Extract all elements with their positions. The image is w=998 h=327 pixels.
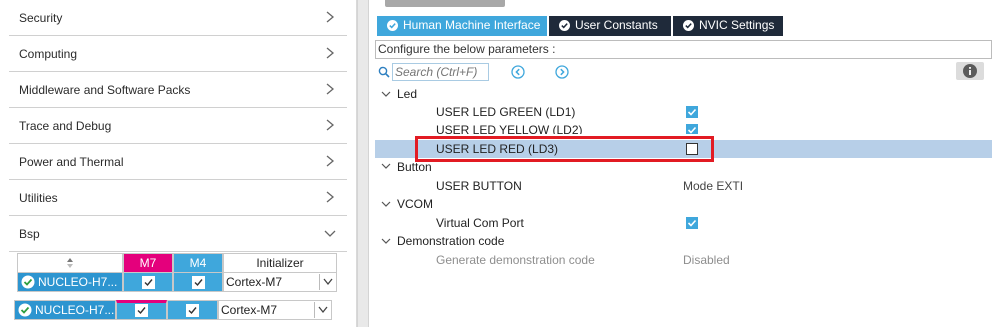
param-row-led-green[interactable]: USER LED GREEN (LD1) xyxy=(375,103,992,122)
pack-name: NUCLEO-H7... xyxy=(35,303,115,317)
initializer-value: Cortex-M7 xyxy=(221,303,278,317)
check-circle-icon xyxy=(559,20,570,31)
chevron-right-icon xyxy=(323,189,337,205)
category-label: Security xyxy=(19,11,63,25)
chevron-down-icon[interactable] xyxy=(381,161,391,171)
search-input[interactable] xyxy=(392,63,489,81)
initializer-value: Cortex-M7 xyxy=(226,275,283,289)
initializer-select[interactable]: Cortex-M7 xyxy=(218,300,332,320)
param-checkbox[interactable] xyxy=(686,124,698,134)
chevron-down-icon xyxy=(323,225,337,241)
check-circle-icon xyxy=(18,303,32,317)
param-value: Disabled xyxy=(683,253,730,267)
category-label: Utilities xyxy=(19,191,58,205)
group-label: Led xyxy=(397,87,418,101)
group-label: Button xyxy=(397,161,432,174)
category-label: Computing xyxy=(19,47,78,61)
category-label: Power and Thermal xyxy=(19,155,124,169)
group-label: Demonstration code xyxy=(397,234,505,248)
arrow-left-circle-icon[interactable] xyxy=(511,65,525,79)
m4-checkbox[interactable] xyxy=(192,276,205,289)
category-label: Trace and Debug xyxy=(19,119,112,133)
table-row[interactable]: NUCLEO-H7... Cortex-M7 xyxy=(14,300,337,320)
table-row[interactable]: NUCLEO-H7... Cortex-M7 xyxy=(17,272,337,292)
tree-group-vcom[interactable]: VCOM xyxy=(375,195,992,214)
pack-name-cell[interactable]: NUCLEO-H7... xyxy=(14,300,116,320)
param-value: Mode EXTI xyxy=(683,179,744,193)
category-label: Bsp xyxy=(19,227,40,241)
param-row-led-yellow[interactable]: USER LED YELLOW (LD2) xyxy=(375,121,992,134)
tab-user-constants[interactable]: User Constants xyxy=(549,16,671,36)
category-security[interactable]: Security xyxy=(9,0,347,36)
param-checkbox[interactable] xyxy=(686,217,698,229)
initializer-select[interactable]: Cortex-M7 xyxy=(223,272,337,292)
m4-checkbox-cell xyxy=(173,272,223,292)
chevron-right-icon xyxy=(323,9,337,25)
chevron-right-icon xyxy=(323,117,337,133)
category-utilities[interactable]: Utilities xyxy=(9,180,347,216)
tab-human-machine-interface[interactable]: Human Machine Interface xyxy=(377,16,547,36)
param-label: USER LED GREEN (LD1) xyxy=(436,105,576,119)
group-label: VCOM xyxy=(397,197,433,211)
arrow-right-circle-icon[interactable] xyxy=(555,65,569,79)
param-row-virtual-com[interactable]: Virtual Com Port xyxy=(375,214,992,233)
m4-header[interactable]: M4 xyxy=(173,253,223,273)
m4-checkbox-cell xyxy=(167,300,218,320)
tree-group-led[interactable]: Led xyxy=(375,85,992,104)
tab-label: User Constants xyxy=(575,18,658,32)
check-circle-icon xyxy=(21,275,35,289)
search-icon xyxy=(378,66,390,78)
pack-name: NUCLEO-H7... xyxy=(38,275,118,289)
param-label: USER LED YELLOW (LD2) xyxy=(436,123,583,134)
sort-header[interactable] xyxy=(17,253,123,273)
m7-checkbox-cell xyxy=(123,272,173,292)
highlight-annotation xyxy=(415,136,714,162)
sort-icon xyxy=(67,258,73,268)
configure-parameters-label: Configure the below parameters : xyxy=(375,40,992,59)
category-power-thermal[interactable]: Power and Thermal xyxy=(9,144,347,180)
reset-configuration-button[interactable] xyxy=(385,0,505,7)
info-icon xyxy=(963,64,977,78)
check-circle-icon xyxy=(387,20,398,31)
parameter-toolbar xyxy=(375,62,992,82)
chevron-down-icon[interactable] xyxy=(381,89,391,99)
table-header-row: M7 M4 Initializer xyxy=(17,253,337,273)
param-label: Generate demonstration code xyxy=(436,253,595,267)
param-row-generate-demo: Generate demonstration code Disabled xyxy=(375,251,992,270)
chevron-right-icon xyxy=(323,45,337,61)
m7-checkbox-cell xyxy=(116,300,167,320)
tab-label: Human Machine Interface xyxy=(403,18,541,32)
m7-checkbox[interactable] xyxy=(135,304,148,317)
chevron-right-icon xyxy=(323,153,337,169)
param-checkbox[interactable] xyxy=(686,106,698,118)
right-panel: Human Machine Interface User Constants N… xyxy=(369,0,998,327)
tab-label: NVIC Settings xyxy=(699,18,775,32)
chevron-right-icon xyxy=(323,81,337,97)
chevron-down-icon[interactable] xyxy=(314,302,330,318)
m4-checkbox[interactable] xyxy=(186,304,199,317)
chevron-down-icon[interactable] xyxy=(381,236,391,246)
initializer-header[interactable]: Initializer xyxy=(223,253,337,273)
chevron-down-icon[interactable] xyxy=(381,199,391,209)
m7-checkbox[interactable] xyxy=(142,276,155,289)
tab-nvic-settings[interactable]: NVIC Settings xyxy=(673,16,783,36)
pack-name-cell[interactable]: NUCLEO-H7... xyxy=(17,272,123,292)
param-label: USER BUTTON xyxy=(436,179,522,193)
param-row-user-button[interactable]: USER BUTTON Mode EXTI xyxy=(375,177,992,196)
category-trace-debug[interactable]: Trace and Debug xyxy=(9,108,347,144)
tree-group-button[interactable]: Button xyxy=(375,161,992,174)
param-label: Virtual Com Port xyxy=(436,216,524,230)
chevron-down-icon[interactable] xyxy=(319,274,335,290)
check-circle-icon xyxy=(683,20,694,31)
left-panel: Security Computing Middleware and Softwa… xyxy=(0,0,357,327)
category-bsp[interactable]: Bsp xyxy=(9,216,347,252)
panel-splitter[interactable] xyxy=(357,0,369,327)
m7-header[interactable]: M7 xyxy=(123,253,173,273)
info-button[interactable] xyxy=(956,62,984,80)
category-middleware[interactable]: Middleware and Software Packs xyxy=(9,72,347,108)
tree-group-demonstration[interactable]: Demonstration code xyxy=(375,232,992,251)
category-computing[interactable]: Computing xyxy=(9,36,347,72)
category-label: Middleware and Software Packs xyxy=(19,83,191,97)
